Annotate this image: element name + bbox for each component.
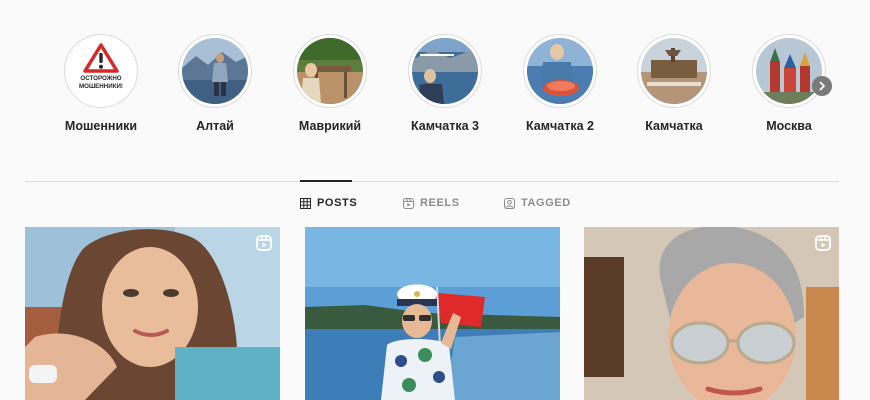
profile-page: ОСТОРОЖНО МОШЕННИКИ! Мошенники Алтай Мав… (0, 0, 870, 400)
reel-badge-icon (256, 235, 272, 251)
tab-reels[interactable]: REELS (403, 197, 460, 209)
photo-thumbnail-icon (641, 38, 707, 104)
next-highlights-button[interactable] (812, 76, 832, 96)
highlight-mavrikiy[interactable]: Маврикий (279, 34, 381, 133)
highlight-ring (178, 34, 252, 108)
highlight-thumbnail (412, 38, 478, 104)
story-highlights: ОСТОРОЖНО МОШЕННИКИ! Мошенники Алтай Мав… (50, 34, 840, 144)
warning-sign-text: ОСТОРОЖНО МОШЕННИКИ! (79, 75, 123, 90)
highlight-label: Алтай (196, 119, 234, 133)
highlight-kamchatka-2[interactable]: Камчатка 2 (509, 34, 611, 133)
photo-thumbnail-icon (756, 38, 822, 104)
tab-posts[interactable]: POSTS (300, 197, 357, 209)
chevron-right-icon (819, 81, 825, 91)
tab-label: TAGGED (521, 197, 571, 209)
highlight-label: Мошенники (64, 119, 138, 133)
highlight-ring (752, 34, 826, 108)
photo-thumbnail-icon (182, 38, 248, 104)
tagged-icon (504, 197, 515, 209)
highlight-thumbnail: ОСТОРОЖНО МОШЕННИКИ! (68, 38, 134, 104)
post-image (584, 227, 839, 400)
photo-thumbnail-icon (412, 38, 478, 104)
tab-tagged[interactable]: TAGGED (504, 197, 571, 209)
highlight-kamchatka[interactable]: Камчатка (623, 34, 725, 133)
post-tile[interactable] (305, 227, 560, 400)
active-tab-indicator (300, 180, 352, 182)
tab-label: REELS (420, 197, 460, 209)
highlight-label: Камчатка (645, 119, 703, 133)
post-tile[interactable] (25, 227, 280, 400)
highlight-label: Москва (766, 119, 812, 133)
post-image (305, 227, 560, 400)
post-tile[interactable] (584, 227, 839, 400)
highlight-thumbnail (297, 38, 363, 104)
reel-badge-icon (815, 235, 831, 251)
reels-icon (403, 197, 414, 209)
highlight-ring (523, 34, 597, 108)
highlight-label: Маврикий (298, 119, 362, 133)
section-divider (25, 181, 839, 182)
post-image (25, 227, 280, 400)
photo-thumbnail-icon (297, 38, 363, 104)
highlight-thumbnail (641, 38, 707, 104)
grid-icon (300, 197, 311, 209)
highlight-ring (637, 34, 711, 108)
highlight-kamchatka-3[interactable]: Камчатка 3 (394, 34, 496, 133)
highlight-thumbnail (527, 38, 593, 104)
warning-sign-icon (68, 38, 134, 104)
highlight-moshenniki[interactable]: ОСТОРОЖНО МОШЕННИКИ! Мошенники (50, 34, 152, 133)
highlight-ring (293, 34, 367, 108)
highlight-thumbnail (756, 38, 822, 104)
highlight-label: Камчатка 2 (526, 119, 594, 133)
profile-tabs: POSTS REELS TAGGED (0, 197, 870, 215)
highlight-thumbnail (182, 38, 248, 104)
highlight-altai[interactable]: Алтай (164, 34, 266, 133)
photo-thumbnail-icon (527, 38, 593, 104)
highlight-ring (408, 34, 482, 108)
tab-label: POSTS (317, 197, 358, 209)
highlight-label: Камчатка 3 (411, 119, 479, 133)
highlight-ring: ОСТОРОЖНО МОШЕННИКИ! (64, 34, 138, 108)
